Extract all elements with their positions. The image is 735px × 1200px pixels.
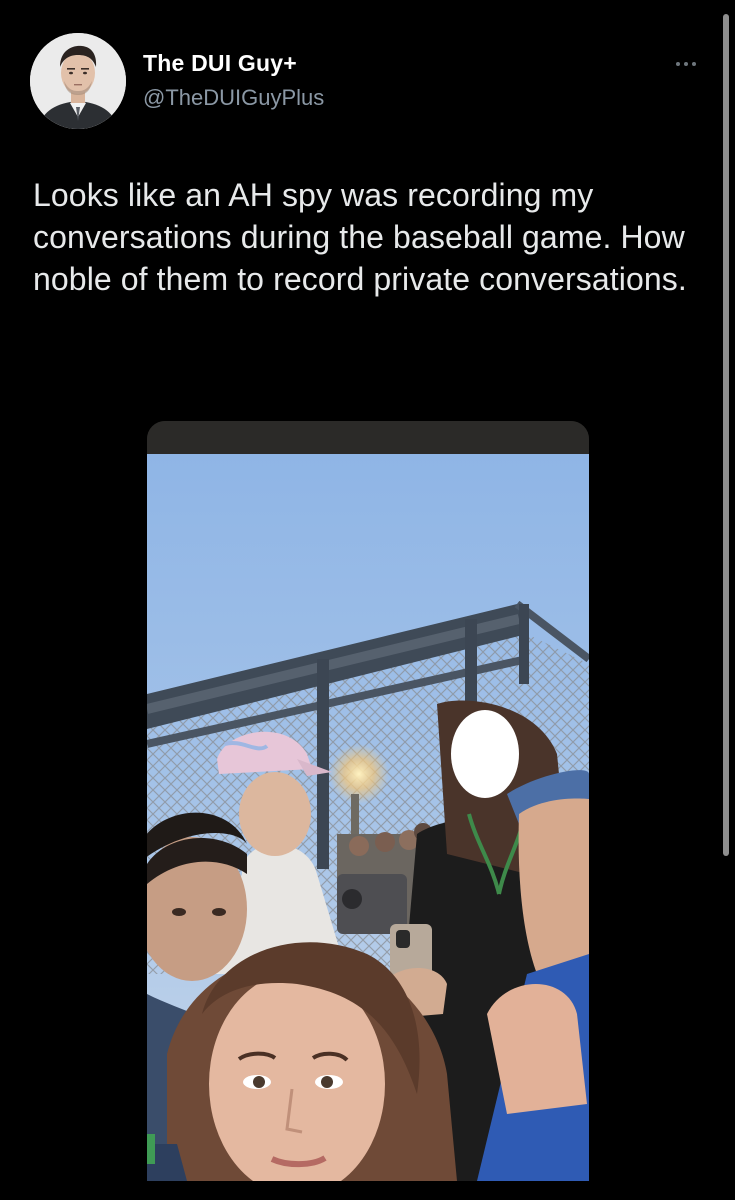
stadium-crowd-photo[interactable] [147,454,589,1181]
more-dots-icon [676,62,680,66]
tweet-media[interactable] [147,421,589,1181]
more-dots-icon [684,62,688,66]
author-avatar[interactable] [30,33,126,129]
avatar-photo-icon [30,33,126,129]
more-options-button[interactable] [664,52,708,76]
bottom-edge [0,1181,735,1200]
author-handle[interactable]: @TheDUIGuyPlus [143,85,324,111]
more-dots-icon [692,62,696,66]
scrollbar[interactable] [723,14,729,856]
tweet-body-text: Looks like an AH spy was recording my co… [33,177,687,297]
tweet-screen: The DUI Guy+ @TheDUIGuyPlus Looks like a… [0,0,735,1200]
photo-illustration [147,454,589,1181]
author-display-name[interactable]: The DUI Guy+ [143,50,297,77]
media-top-bar [147,421,589,454]
